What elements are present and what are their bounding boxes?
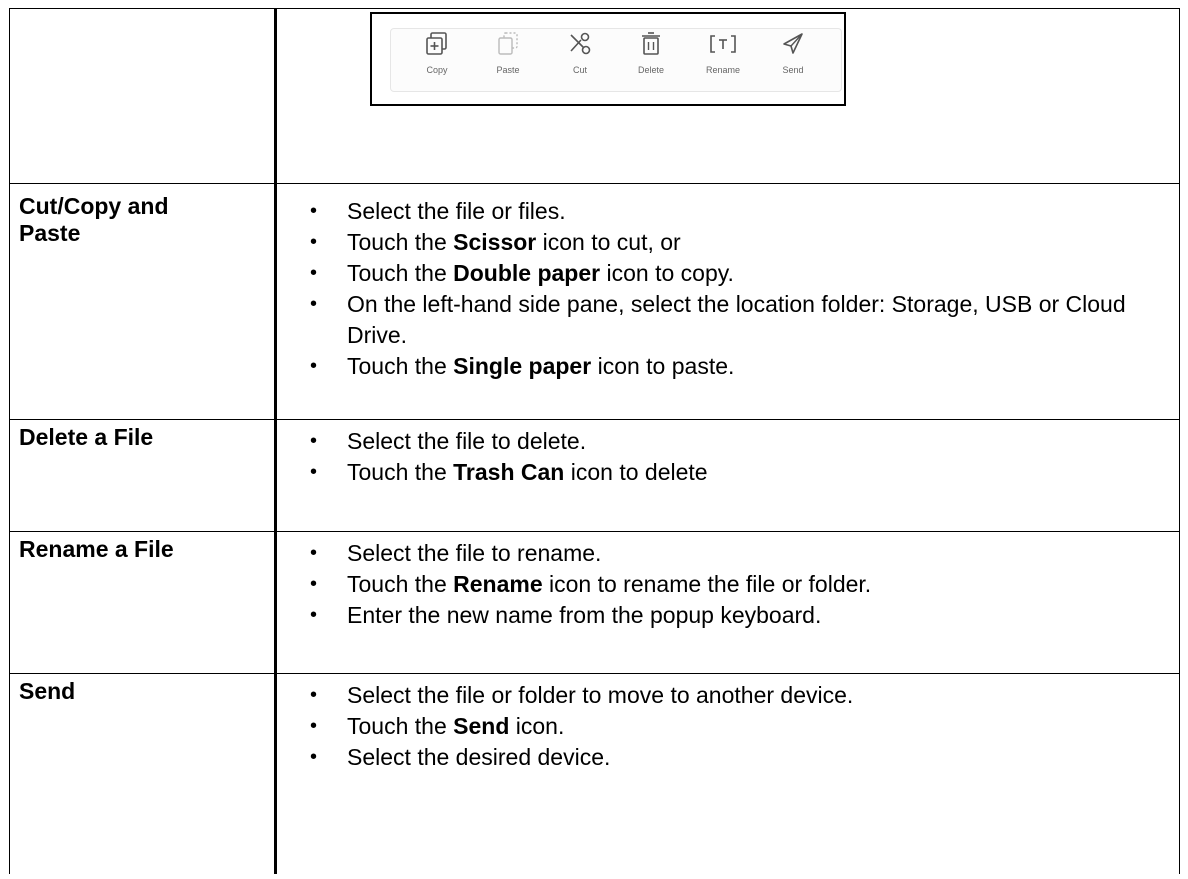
list-item: • Select the desired device. (310, 744, 611, 770)
copy-icon (426, 32, 447, 55)
step-list: • Select the file to delete. • Touch the T… (277, 420, 1179, 488)
row-label-delete: Delete a File (19, 424, 154, 450)
delete-button[interactable]: Delete (619, 31, 683, 75)
list-item: • Touch the Single paper icon to paste. (310, 353, 735, 379)
paste-button[interactable]: Paste (476, 31, 540, 75)
scissors-icon (570, 32, 591, 55)
cut-label: Cut (572, 65, 587, 75)
list-item: • Touch the Double paper icon to copy. (310, 260, 734, 286)
step-list: • Select the file or folder to move to an… (277, 674, 1179, 773)
table-row-send: Send • Select the file or folder to move … (9, 673, 1180, 874)
toolbar-screenshot: Copy Paste Cut Delete Rename Send (370, 12, 846, 106)
table-row-rename: Rename a File • Select the file to rename… (9, 531, 1180, 674)
delete-label: Delete (637, 65, 664, 75)
file-toolbar: Copy Paste Cut Delete Rename Send (390, 28, 842, 92)
send-button[interactable]: Send (761, 31, 825, 75)
list-item: • Touch the Scissor icon to cut, or (310, 229, 681, 255)
table-row-cut-copy-paste: Cut/Copy and Paste • Select the file or f… (9, 183, 1180, 420)
paste-icon (498, 32, 518, 55)
row-label-rename: Rename a File (19, 536, 174, 562)
list-item: • Touch the Rename icon to rename the fil… (310, 571, 872, 597)
row-label-cut-copy-paste: Cut/Copy and Paste (19, 193, 169, 246)
list-item: • On the left-hand side pane, select the … (310, 291, 1126, 348)
cut-button[interactable]: Cut (548, 31, 612, 75)
list-item: • Select the file to rename. (310, 540, 602, 566)
paste-label: Paste (496, 65, 520, 75)
send-label: Send (782, 65, 804, 75)
trash-icon (642, 32, 660, 55)
file-actions-table: Cut/Copy and Paste • Select the file or f… (9, 8, 1180, 874)
list-item: • Select the file or folder to move to an… (310, 682, 854, 708)
rename-button[interactable]: Rename (691, 31, 755, 75)
step-list: • Select the file to rename. • Touch the R… (277, 532, 1179, 631)
empty-label-cell (9, 8, 277, 184)
rename-icon (710, 35, 736, 53)
rename-label: Rename (705, 65, 741, 75)
copy-label: Copy (426, 65, 448, 75)
send-icon (783, 33, 803, 54)
list-item: • Touch the Trash Can icon to delete (310, 459, 708, 485)
list-item: • Touch the Send icon. (310, 713, 565, 739)
list-item: • Enter the new name from the popup keybo… (310, 602, 822, 628)
list-item: • Select the file to delete. (310, 428, 587, 454)
step-list: • Select the file or files. • Touch the Sc… (277, 184, 1179, 382)
copy-button[interactable]: Copy (405, 31, 469, 75)
list-item: • Select the file or files. (310, 198, 566, 224)
row-label-send: Send (19, 678, 76, 704)
table-row-delete: Delete a File • Select the file to delete… (9, 419, 1180, 532)
